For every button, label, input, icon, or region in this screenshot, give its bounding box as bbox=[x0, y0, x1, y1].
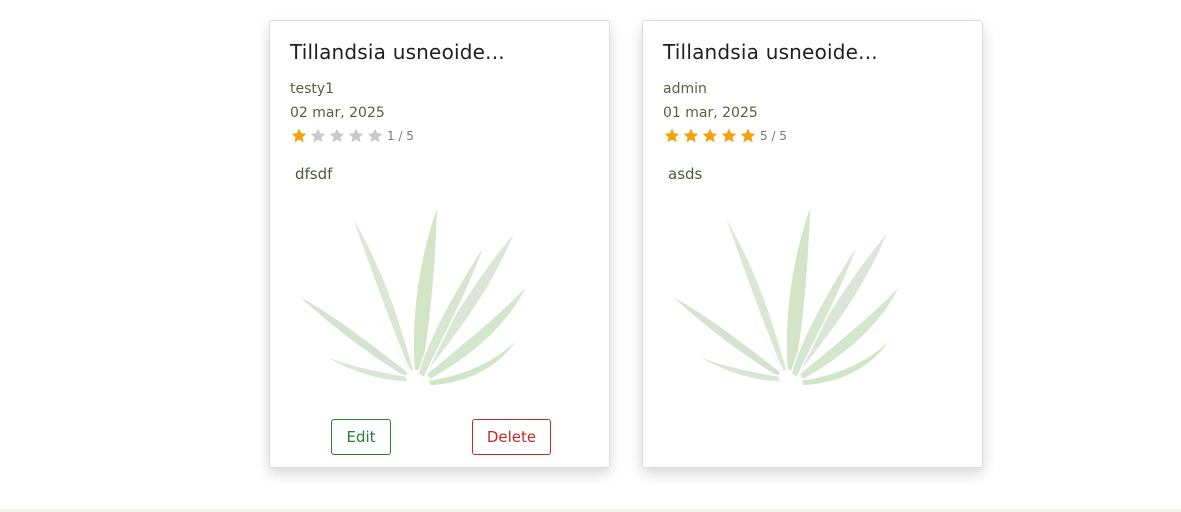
plant-image bbox=[663, 202, 911, 387]
star-icon bbox=[290, 127, 308, 145]
plant-image bbox=[290, 202, 538, 387]
rating-text: 5 / 5 bbox=[760, 129, 787, 143]
review-author: testy1 bbox=[290, 81, 335, 97]
star-icon bbox=[701, 127, 719, 145]
rating-text: 1 / 5 bbox=[387, 129, 414, 143]
star-rating: 5 / 5 bbox=[663, 126, 787, 146]
edit-button[interactable]: Edit bbox=[331, 419, 391, 455]
plant-title[interactable]: Tillandsia usneoide... bbox=[290, 40, 505, 64]
review-comment: asds bbox=[668, 165, 703, 183]
leaf-shape bbox=[349, 211, 415, 374]
star-icon bbox=[328, 127, 346, 145]
star-icon bbox=[739, 127, 757, 145]
review-date: 02 mar, 2025 bbox=[290, 105, 385, 121]
reviews-page: Tillandsia usneoide... testy1 02 mar, 20… bbox=[0, 0, 1181, 512]
star-icon bbox=[347, 127, 365, 145]
star-icon bbox=[682, 127, 700, 145]
review-author: admin bbox=[663, 81, 707, 97]
review-comment: dfsdf bbox=[295, 165, 333, 183]
star-icon bbox=[309, 127, 327, 145]
star-icon bbox=[663, 127, 681, 145]
star-icon bbox=[720, 127, 738, 145]
review-date: 01 mar, 2025 bbox=[663, 105, 758, 121]
review-card: Tillandsia usneoide... admin 01 mar, 202… bbox=[642, 20, 983, 468]
star-rating: 1 / 5 bbox=[290, 126, 414, 146]
delete-button[interactable]: Delete bbox=[472, 419, 551, 455]
star-icon bbox=[366, 127, 384, 145]
review-card: Tillandsia usneoide... testy1 02 mar, 20… bbox=[269, 20, 610, 468]
plant-title[interactable]: Tillandsia usneoide... bbox=[663, 40, 878, 64]
leaf-shape bbox=[722, 211, 788, 374]
